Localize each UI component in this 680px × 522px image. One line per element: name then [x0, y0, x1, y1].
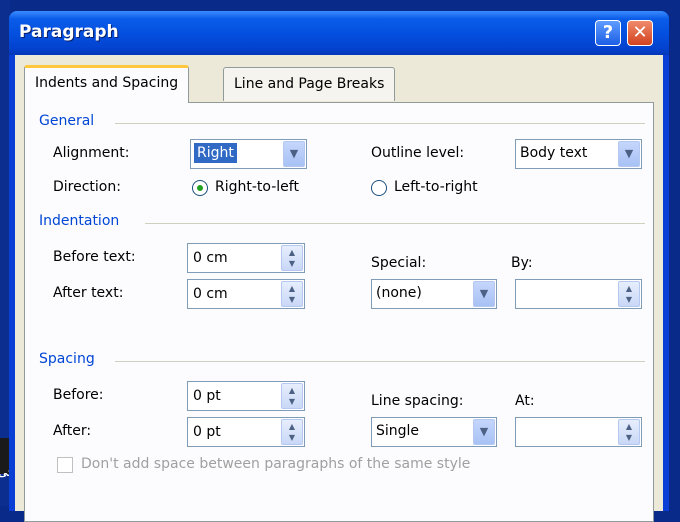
- indentation-divider: [145, 223, 645, 224]
- spinner-arrows-icon[interactable]: ▲ ▼: [618, 419, 640, 445]
- outline-level-value: Body text: [520, 145, 588, 161]
- before-text-spinner[interactable]: 0 cm ▲ ▼: [187, 243, 305, 273]
- spacing-after-spinner[interactable]: 0 pt ▲ ▼: [187, 417, 305, 447]
- title-bar[interactable]: Paragraph ? ✕: [9, 11, 669, 55]
- tab-panel: General Alignment: Right ▼ Outline level…: [24, 102, 654, 522]
- after-text-spinner[interactable]: 0 cm ▲ ▼: [187, 279, 305, 309]
- spinner-arrows-icon[interactable]: ▲ ▼: [281, 245, 303, 271]
- tab-label: Line and Page Breaks: [234, 76, 385, 92]
- spinner-arrows-icon[interactable]: ▲ ▼: [281, 419, 303, 445]
- spacing-after-label: After:: [53, 423, 92, 439]
- general-group-title: General: [39, 113, 95, 129]
- spacing-group-title: Spacing: [39, 351, 95, 367]
- direction-label: Direction:: [53, 179, 121, 195]
- dialog-client-area: Indents and Spacing Line and Page Breaks…: [15, 55, 663, 522]
- tab-label: Indents and Spacing: [35, 75, 179, 91]
- help-button[interactable]: ?: [595, 20, 621, 46]
- window-title: Paragraph: [19, 22, 119, 42]
- ltr-label[interactable]: Left-to-right: [394, 179, 478, 195]
- chevron-down-icon[interactable]: ▼: [473, 281, 495, 307]
- special-dropdown[interactable]: (none) ▼: [371, 279, 497, 309]
- spinner-arrows-icon[interactable]: ▲ ▼: [281, 281, 303, 307]
- alignment-value: Right: [194, 143, 237, 163]
- rtl-radio[interactable]: [192, 180, 208, 196]
- no-space-label: Don't add space between paragraphs of th…: [81, 456, 471, 472]
- tab-indents-and-spacing[interactable]: Indents and Spacing: [24, 65, 190, 103]
- alignment-label: Alignment:: [53, 145, 130, 161]
- spinner-arrows-icon[interactable]: ▲ ▼: [618, 281, 640, 307]
- radio-selected-dot: [197, 185, 203, 191]
- before-text-value: 0 cm: [193, 250, 228, 266]
- line-spacing-value: Single: [376, 423, 420, 439]
- spacing-before-spinner[interactable]: 0 pt ▲ ▼: [187, 381, 305, 411]
- after-text-value: 0 cm: [193, 286, 228, 302]
- at-label: At:: [515, 393, 535, 409]
- rtl-label[interactable]: Right-to-left: [215, 179, 299, 195]
- chevron-down-icon[interactable]: ▼: [618, 141, 640, 167]
- ltr-radio[interactable]: [371, 180, 387, 196]
- close-button[interactable]: ✕: [627, 20, 653, 46]
- spacing-after-value: 0 pt: [193, 424, 221, 440]
- special-label: Special:: [371, 255, 427, 271]
- alignment-dropdown[interactable]: Right ▼: [190, 139, 307, 169]
- by-label: By:: [511, 255, 533, 271]
- outline-level-label: Outline level:: [371, 145, 465, 161]
- spacing-divider: [115, 361, 645, 362]
- tab-line-and-page-breaks[interactable]: Line and Page Breaks: [223, 67, 396, 101]
- indentation-group-title: Indentation: [39, 213, 120, 229]
- spinner-arrows-icon[interactable]: ▲ ▼: [281, 383, 303, 409]
- paragraph-dialog: Paragraph ? ✕ Indents and Spacing Line a…: [9, 11, 669, 522]
- close-icon: ✕: [632, 22, 648, 43]
- spacing-before-value: 0 pt: [193, 388, 221, 404]
- general-divider: [115, 123, 645, 124]
- by-spinner[interactable]: ▲ ▼: [515, 279, 642, 309]
- chevron-down-icon[interactable]: ▼: [473, 419, 495, 445]
- no-space-checkbox[interactable]: [57, 457, 73, 473]
- special-value: (none): [376, 285, 422, 301]
- at-spinner[interactable]: ▲ ▼: [515, 417, 642, 447]
- before-text-label: Before text:: [53, 249, 136, 265]
- line-spacing-label: Line spacing:: [371, 393, 464, 409]
- outline-level-dropdown[interactable]: Body text ▼: [515, 139, 642, 169]
- spacing-before-label: Before:: [53, 387, 104, 403]
- after-text-label: After text:: [53, 285, 124, 301]
- chevron-down-icon[interactable]: ▼: [283, 141, 305, 167]
- help-icon: ?: [602, 22, 614, 43]
- line-spacing-dropdown[interactable]: Single ▼: [371, 417, 497, 447]
